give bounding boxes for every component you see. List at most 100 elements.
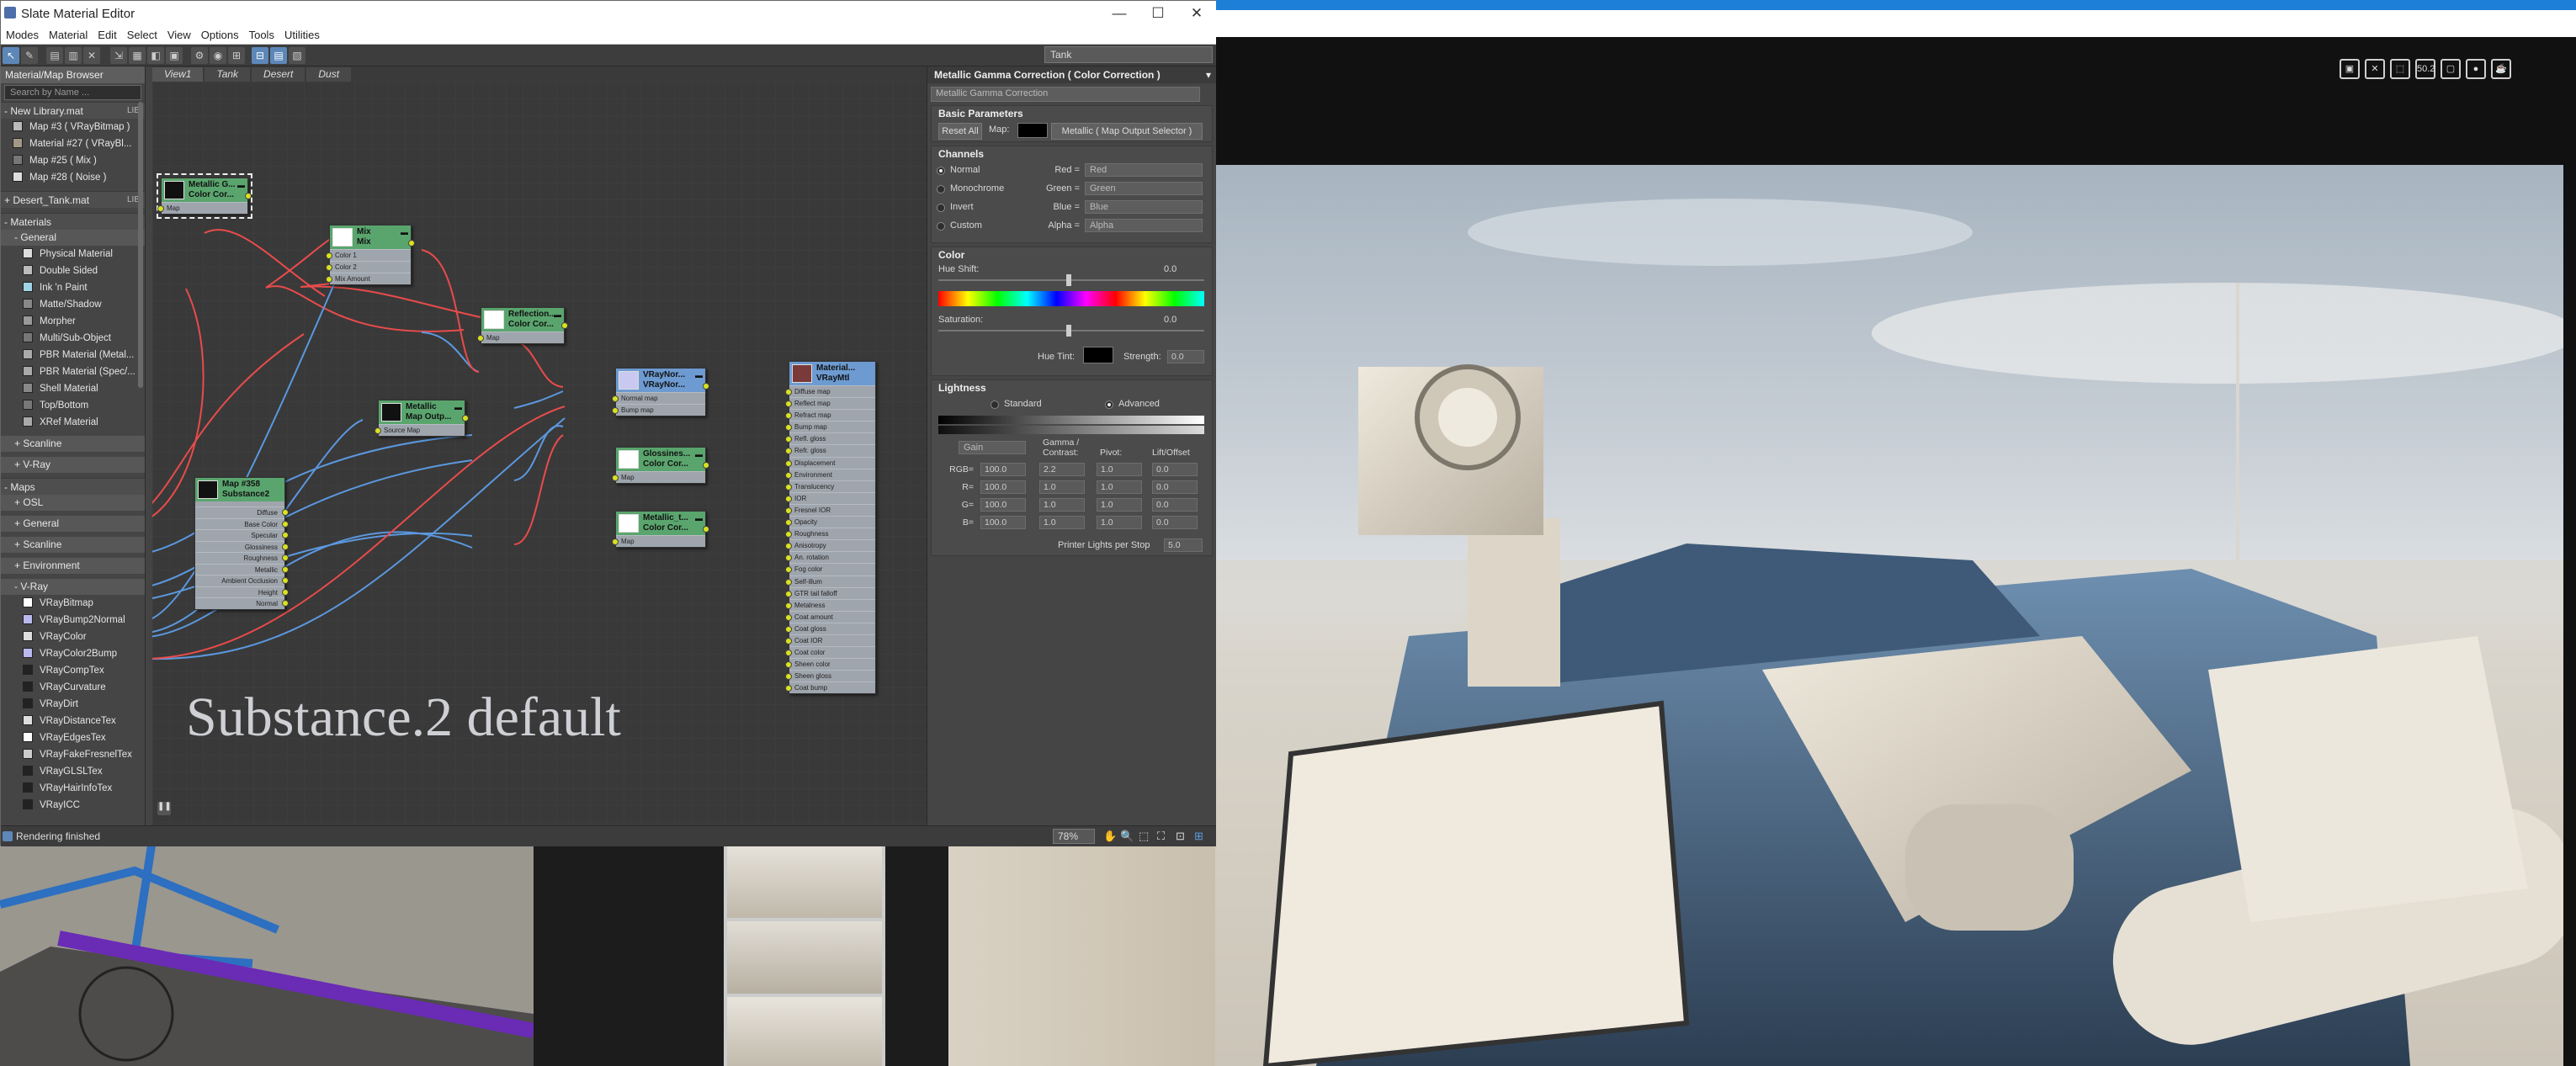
collapse-icon[interactable]: ▬ — [401, 227, 408, 237]
hue-slider-track[interactable] — [938, 279, 1204, 281]
input-socket-icon[interactable] — [785, 637, 792, 644]
output-socket-icon[interactable] — [703, 462, 709, 469]
teapot-icon[interactable]: ☕ — [2491, 59, 2511, 79]
zoom-icon[interactable]: 🔍 — [1120, 830, 1134, 843]
delete-icon[interactable]: ✕ — [83, 47, 100, 64]
subgroup-vray[interactable]: + V-Ray — [1, 457, 145, 473]
input-socket-icon[interactable] — [785, 495, 792, 502]
collapse-icon[interactable]: ▬ — [695, 370, 703, 380]
subgroup-osl[interactable]: + OSL — [1, 495, 145, 511]
gain-dropdown[interactable]: Gain — [959, 441, 1026, 454]
menu-options[interactable]: Options — [196, 26, 244, 44]
input-socket-icon[interactable] — [785, 448, 792, 455]
preview-icon[interactable]: ◉ — [210, 47, 226, 64]
node-output-slot[interactable]: Specular — [195, 529, 289, 541]
node-vray-normal-map[interactable]: VRayNor... VRayNor... ▬ Normal map Bump ma… — [612, 368, 709, 416]
strength-field[interactable]: 0.0 — [1167, 350, 1204, 363]
panel-menu-icon[interactable]: ▾ — [1206, 69, 1211, 81]
node-input-slot[interactable]: Reflect map — [785, 397, 875, 409]
map-list-item[interactable]: VRayDirt — [1, 696, 145, 713]
channel-mode-radio[interactable] — [937, 185, 945, 194]
map-button[interactable]: Metallic ( Map Output Selector ) — [1051, 123, 1203, 140]
node-slot[interactable]: Normal map — [612, 383, 709, 404]
input-socket-icon[interactable] — [785, 685, 792, 692]
node-metallic-color-correction[interactable]: Metallic_t... Color Cor... ▬ Map — [612, 511, 709, 548]
menu-tools[interactable]: Tools — [244, 26, 279, 44]
output-socket-icon[interactable] — [703, 526, 709, 533]
pivot-field[interactable]: 1.0 — [1097, 480, 1142, 494]
node-input-slot[interactable]: An. rotation — [785, 551, 875, 563]
input-socket-icon[interactable] — [785, 424, 792, 432]
map-list-item[interactable]: VRayICC — [1, 797, 145, 814]
collapse-icon[interactable]: ▬ — [695, 513, 703, 523]
node-input-slot[interactable]: GTR tail falloff — [785, 586, 875, 599]
tab-desert[interactable]: Desert — [252, 67, 305, 82]
node-output-slot[interactable]: Normal — [195, 597, 289, 609]
input-socket-icon[interactable] — [785, 436, 792, 443]
node-input-slot[interactable]: Sheen color — [785, 658, 875, 670]
map-list-item[interactable]: VRayBitmap — [1, 595, 145, 612]
show-background-icon[interactable]: ▣ — [166, 47, 183, 64]
input-socket-icon[interactable] — [785, 613, 792, 621]
node-output-slot[interactable]: Roughness — [195, 552, 289, 564]
clear-icon[interactable]: ✕ — [2365, 59, 2385, 79]
node-view[interactable]: Metallic G... Color Cor... ▬ Map Mix Mix ▬ C… — [152, 82, 927, 825]
node-input-slot[interactable]: IOR — [785, 491, 875, 504]
node-metallic-map-output[interactable]: Metallic Map Outp... ▬ Source Map — [374, 400, 469, 437]
zoom-extents-icon[interactable]: ⛶ — [1157, 830, 1165, 843]
menu-select[interactable]: Select — [122, 26, 162, 44]
group-new-library[interactable]: - New Library.mat LIB — [1, 102, 145, 119]
subgroup-general-maps[interactable]: + General — [1, 516, 145, 532]
output-socket-icon[interactable] — [282, 565, 289, 573]
node-output-slot[interactable]: Height — [195, 586, 289, 598]
input-socket-icon[interactable] — [785, 578, 792, 586]
material-list-item[interactable]: Morpher — [1, 313, 145, 330]
tab-view1[interactable]: View1 — [152, 67, 204, 82]
standard-radio[interactable] — [991, 400, 999, 409]
map-list-item[interactable]: VRayHairInfoTex — [1, 780, 145, 797]
node-input-slot[interactable]: Self-illum — [785, 575, 875, 587]
rollout-title[interactable]: Lightness — [932, 380, 1212, 395]
channel-mode-radio[interactable] — [937, 204, 945, 212]
material-list-item[interactable]: XRef Material — [1, 414, 145, 431]
menu-material[interactable]: Material — [44, 26, 93, 44]
subgroup-environment[interactable]: + Environment — [1, 558, 145, 574]
node-output-slot[interactable]: Glossiness — [195, 540, 289, 553]
output-socket-icon[interactable] — [282, 588, 289, 596]
rollout-title[interactable]: Basic Parameters — [932, 106, 1212, 121]
node-substance2[interactable]: Map #358 Substance2 Diffuse Base Color Spec… — [194, 477, 289, 610]
material-list-item[interactable]: Top/Bottom — [1, 397, 145, 414]
pivot-field[interactable]: 1.0 — [1097, 516, 1142, 529]
menu-utilities[interactable]: Utilities — [279, 26, 325, 44]
channel-dropdown[interactable]: Alpha — [1085, 219, 1203, 232]
view-select-dropdown[interactable]: Tank — [1044, 46, 1213, 63]
node-input-slot[interactable]: Bump map — [785, 421, 875, 432]
saturation-slider-track[interactable] — [938, 330, 1204, 331]
subgroup-vray-maps[interactable]: - V-Ray — [1, 579, 145, 595]
lift-field[interactable]: 0.0 — [1152, 516, 1198, 529]
collapse-icon[interactable]: ▬ — [454, 402, 462, 412]
zoom-region-icon[interactable]: ⬚ — [1139, 830, 1149, 843]
input-socket-icon[interactable] — [326, 264, 332, 271]
save-icon[interactable]: ▣ — [2340, 59, 2360, 79]
group-desert-tank[interactable]: + Desert_Tank.mat LIB — [1, 191, 145, 208]
show-map-icon[interactable]: ◧ — [147, 47, 164, 64]
output-socket-icon[interactable] — [703, 383, 709, 390]
material-list-item[interactable]: Matte/Shadow — [1, 296, 145, 313]
map-list-item[interactable]: VRayEdgesTex — [1, 729, 145, 746]
input-socket-icon[interactable] — [612, 395, 619, 402]
list-item[interactable]: Map #3 ( VRayBitmap ) — [1, 119, 145, 135]
move-children-icon[interactable]: ⇲ — [110, 47, 127, 64]
wireframe-viewport[interactable] — [0, 846, 534, 1066]
node-reflection-color-correction[interactable]: Reflection... Color Cor... ▬ Map — [477, 307, 568, 344]
input-socket-icon[interactable] — [785, 531, 792, 538]
material-list-item[interactable]: PBR Material (Metal... — [1, 347, 145, 363]
material-name-field[interactable]: Metallic Gamma Correction — [931, 87, 1200, 102]
node-input-slot[interactable]: Refract map — [785, 409, 875, 421]
region-icon[interactable]: ⬚ — [2390, 59, 2410, 79]
fit-icon[interactable]: ⊞ — [1194, 830, 1203, 843]
node-output-slot[interactable]: Base Color — [195, 517, 289, 530]
hue-slider-handle[interactable] — [1066, 274, 1071, 286]
input-socket-icon[interactable] — [785, 673, 792, 681]
node-slot[interactable]: Map — [477, 322, 568, 343]
